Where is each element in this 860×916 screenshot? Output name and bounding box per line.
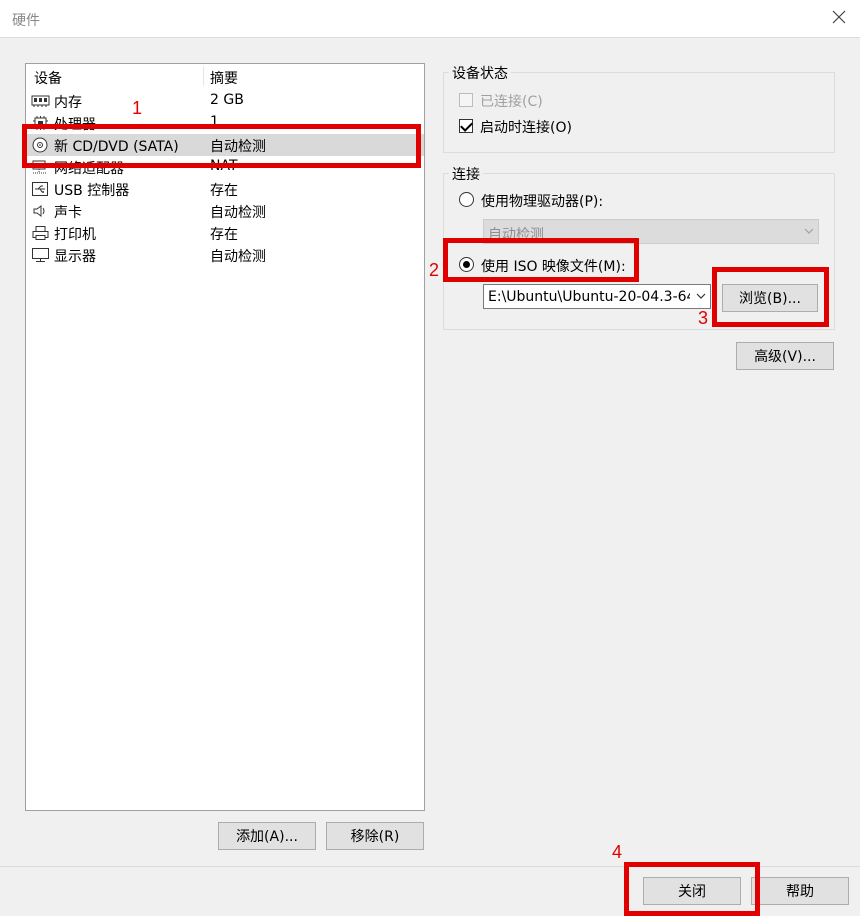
chevron-down-icon [804,228,814,234]
annotation-step-1: 1 [132,98,143,118]
device-row-printer[interactable]: 打印机 存在 [26,222,424,244]
device-row-usb[interactable]: USB 控制器 存在 [26,178,424,200]
monitor-icon [32,248,49,262]
annotation-step-2: 2 [429,260,440,280]
highlight-box-browse [712,267,829,327]
device-summary: 存在 [210,183,238,199]
chevron-down-icon[interactable] [696,292,706,300]
connected-checkbox[interactable] [459,93,473,107]
iso-path-combo[interactable]: E:\Ubuntu\Ubuntu-20-04.3-64bit [483,284,711,309]
column-divider[interactable] [203,66,204,86]
device-name: USB 控制器 [54,183,130,199]
device-name: 显示器 [54,249,96,265]
physical-drive-radio[interactable] [459,192,474,207]
device-name: 声卡 [54,205,82,221]
connected-label[interactable]: 已连接(C) [480,91,543,111]
close-icon[interactable] [830,8,848,26]
memory-icon [31,95,50,107]
window-title: 硬件 [12,13,40,29]
device-status-group [443,72,835,153]
connection-label: 连接 [449,164,483,184]
device-list-header: 设备 摘要 [26,64,424,88]
printer-icon [32,226,49,240]
column-header-summary[interactable]: 摘要 [210,68,238,88]
connect-at-power-on-label[interactable]: 启动时连接(O) [480,117,572,137]
device-list[interactable]: 设备 摘要 内存 2 GB 处理器 1 新 CD/DVD (SATA) 自动检测… [25,63,425,811]
device-name: 内存 [54,95,82,111]
remove-device-button[interactable]: 移除(R) [326,822,424,850]
device-row-sound[interactable]: 声卡 自动检测 [26,200,424,222]
iso-path-value: E:\Ubuntu\Ubuntu-20-04.3-64bit [488,289,690,305]
annotation-step-3: 3 [698,308,709,328]
annotation-step-4: 4 [612,842,623,862]
help-button[interactable]: 帮助 [751,877,849,905]
device-name: 打印机 [54,227,96,243]
advanced-button[interactable]: 高级(V)... [736,342,834,370]
highlight-box-iso-option [443,238,639,282]
device-status-label: 设备状态 [449,63,511,83]
device-summary: 自动检测 [210,205,266,221]
device-row-memory[interactable]: 内存 2 GB [26,90,424,112]
device-row-display[interactable]: 显示器 自动检测 [26,244,424,266]
usb-icon [32,182,48,196]
highlight-box-cd-dvd [22,124,421,168]
highlight-box-close [624,862,760,916]
connect-at-power-on-checkbox[interactable] [459,119,473,133]
device-summary: 2 GB [210,92,244,108]
physical-drive-label[interactable]: 使用物理驱动器(P): [481,191,603,211]
speaker-icon [33,205,45,217]
device-summary: 自动检测 [210,249,266,265]
title-bar: 硬件 [0,0,860,37]
add-device-button[interactable]: 添加(A)... [218,822,316,850]
column-header-device[interactable]: 设备 [34,68,62,88]
device-summary: 存在 [210,227,238,243]
